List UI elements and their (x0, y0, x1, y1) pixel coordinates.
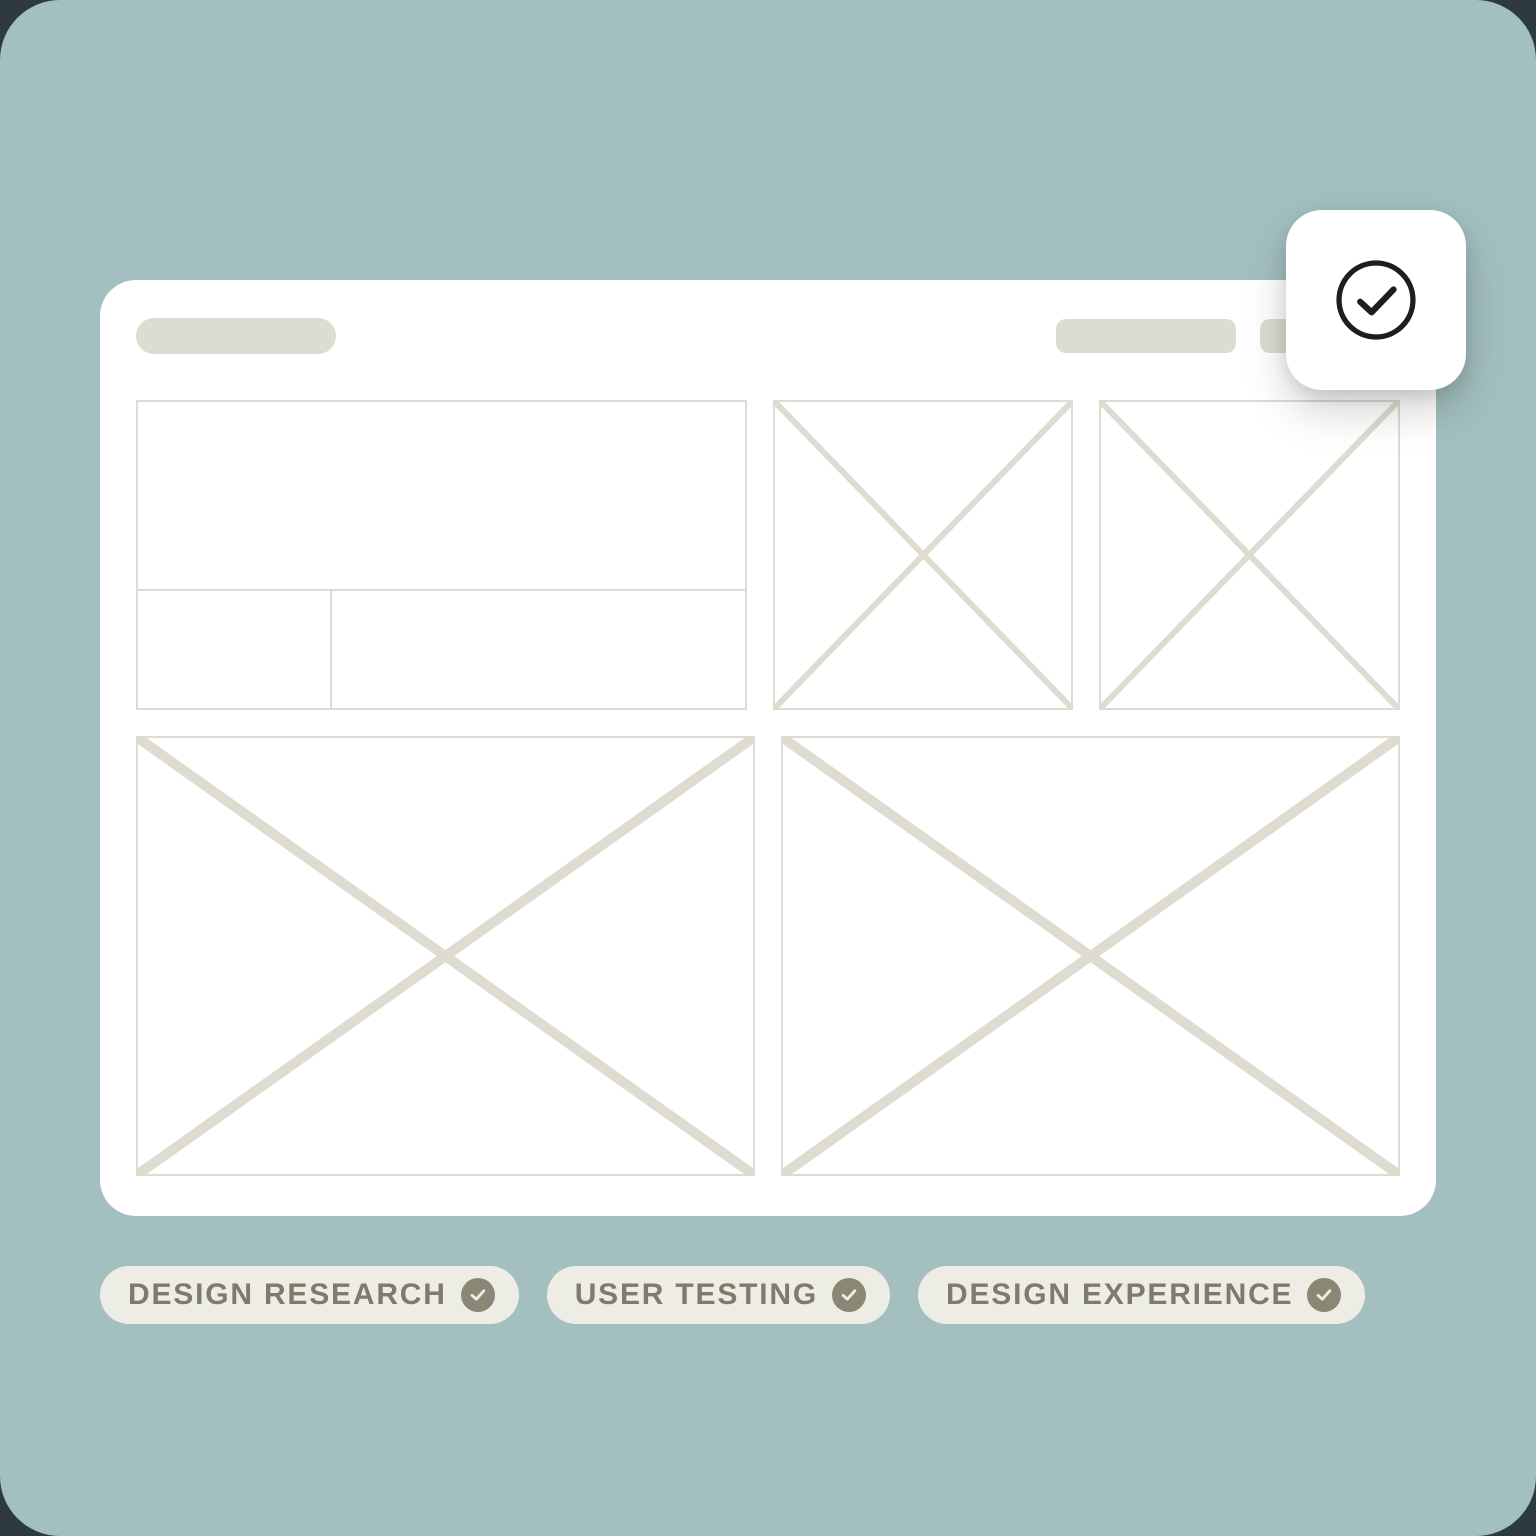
tag-chip-design-experience[interactable]: DESIGN EXPERIENCE (918, 1266, 1365, 1324)
image-placeholder-bottom-left (136, 736, 755, 1176)
chip-label: DESIGN RESEARCH (128, 1278, 447, 1312)
panel-top-left-lower-b (332, 591, 745, 708)
wireframe-content (136, 400, 1400, 1176)
tag-chip-design-research[interactable]: DESIGN RESEARCH (100, 1266, 519, 1324)
completion-badge (1286, 210, 1466, 390)
panel-top-left-lower-a (138, 591, 332, 708)
tag-chip-user-testing[interactable]: USER TESTING (547, 1266, 890, 1324)
image-placeholder-top-mid (773, 400, 1074, 710)
content-row-bottom (136, 736, 1400, 1176)
window-topbar (136, 308, 1400, 364)
logo-placeholder (136, 318, 336, 354)
check-circle-icon (1332, 256, 1420, 344)
wireframe-window (100, 280, 1436, 1216)
image-placeholder-bottom-right (781, 736, 1400, 1176)
panel-top-left-lower (138, 589, 745, 708)
nav-placeholder-1[interactable] (1056, 319, 1236, 353)
wireframe-canvas: DESIGN RESEARCH USER TESTING DESIGN EXPE… (0, 0, 1536, 1536)
topbar-left (136, 318, 336, 354)
check-icon (832, 1278, 866, 1312)
panel-top-left (136, 400, 747, 710)
chip-label: DESIGN EXPERIENCE (946, 1278, 1293, 1312)
chip-label: USER TESTING (575, 1278, 818, 1312)
panel-top-left-upper (138, 402, 745, 589)
tag-chip-row: DESIGN RESEARCH USER TESTING DESIGN EXPE… (100, 1266, 1365, 1324)
content-row-top (136, 400, 1400, 710)
image-placeholder-top-right (1099, 400, 1400, 710)
check-icon (1307, 1278, 1341, 1312)
check-icon (461, 1278, 495, 1312)
